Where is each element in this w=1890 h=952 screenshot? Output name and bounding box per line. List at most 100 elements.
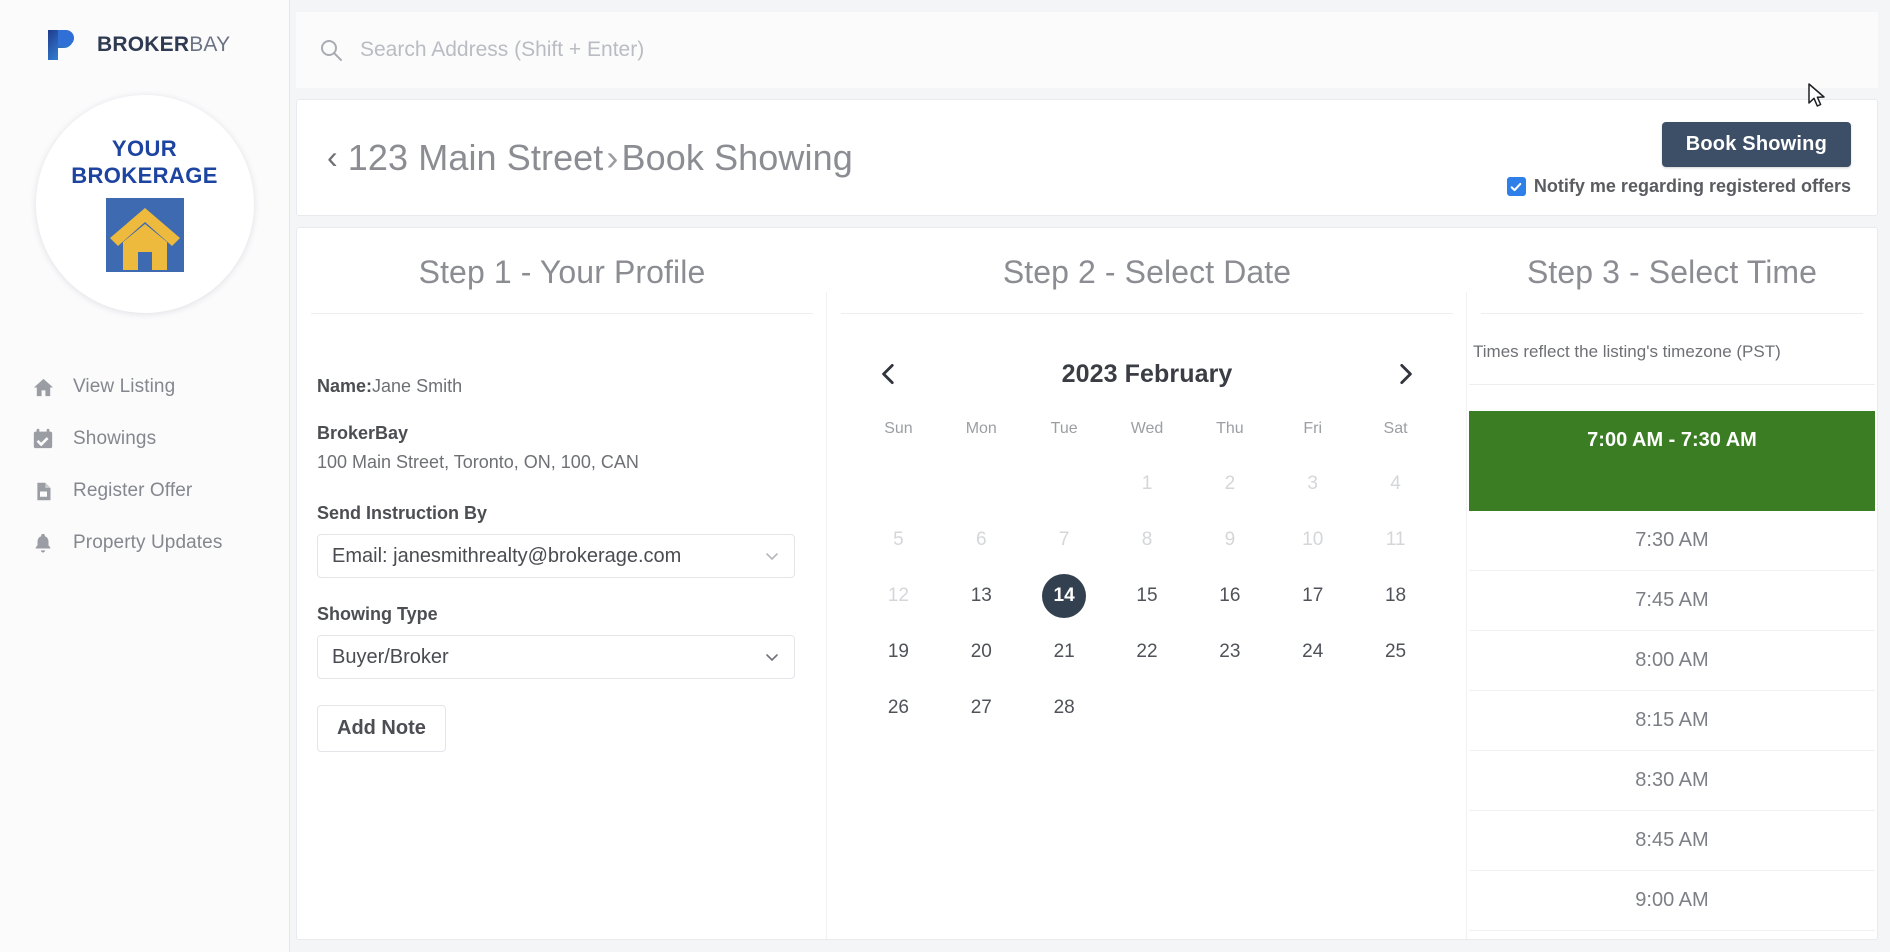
page-header-card: ‹ 123 Main Street › Book Showing Book Sh…	[296, 99, 1878, 216]
time-slot[interactable]: 9:00 AM	[1469, 871, 1875, 931]
calendar-day	[1354, 680, 1437, 736]
brand-name-light: BAY	[189, 33, 231, 56]
sidebar-item-label: Property Updates	[73, 532, 223, 553]
time-slot[interactable]: 8:45 AM	[1469, 811, 1875, 871]
calendar-weekday: Mon	[965, 420, 997, 437]
calendar-day	[940, 456, 1023, 512]
step-1-body: Name:Jane Smith BrokerBay 100 Main Stree…	[297, 314, 827, 752]
send-instruction-select[interactable]: Email: janesmithrealty@brokerage.com	[317, 534, 795, 578]
chevron-left-icon[interactable]	[869, 354, 909, 394]
calendar-day[interactable]: 13	[940, 568, 1023, 624]
top-search-bar	[296, 12, 1878, 88]
brokerbay-logo-icon	[46, 28, 84, 62]
calendar-day: 7	[1058, 529, 1070, 550]
profile-name-label: Name:	[317, 376, 373, 396]
calendar-day: 4	[1390, 473, 1401, 494]
calendar-day[interactable]: 26	[857, 680, 940, 736]
calendar-day[interactable]: 21	[1023, 624, 1106, 680]
send-instruction-label: Send Instruction By	[317, 503, 488, 523]
sidebar: BROKERBAY YOUR BROKERAGE View Listing Sh…	[0, 0, 290, 952]
calendar-day[interactable]: 24	[1271, 624, 1354, 680]
calendar-day[interactable]: 15	[1106, 568, 1189, 624]
brand-wordmark: BROKERBAY	[97, 33, 230, 57]
calendar-day[interactable]: 27	[940, 680, 1023, 736]
showing-type-select[interactable]: Buyer/Broker	[317, 635, 795, 679]
calendar-weekday: Wed	[1130, 420, 1164, 437]
timezone-note: Times reflect the listing's timezone (PS…	[1469, 314, 1875, 385]
calendar-day[interactable]: 19	[857, 624, 940, 680]
time-slot[interactable]: 7:30 AM	[1469, 511, 1875, 571]
sidebar-item-register-offer[interactable]: Register Offer	[31, 465, 289, 517]
calendar-weekday: Sat	[1383, 420, 1408, 437]
header-actions: Book Showing Notify me regarding registe…	[1506, 118, 1851, 197]
calendar-weekday: Fri	[1303, 420, 1323, 437]
calendar-day[interactable]: 18	[1354, 568, 1437, 624]
calendar-month-label: 2023 February	[1061, 359, 1233, 388]
step-3-column: Step 3 - Select Time Times reflect the l…	[1467, 228, 1877, 939]
brokerage-badge: YOUR BROKERAGE	[35, 95, 254, 313]
sidebar-item-view-listing[interactable]: View Listing	[31, 361, 289, 413]
step-2-title: Step 2 - Select Date	[1002, 254, 1292, 290]
notify-offers-label: Notify me regarding registered offers	[1533, 176, 1851, 196]
profile-name-value: Jane Smith	[372, 376, 463, 396]
calendar-day: 10	[1302, 529, 1324, 550]
notify-offers-checkbox[interactable]	[1506, 177, 1526, 196]
calendar-day: 8	[1141, 529, 1153, 550]
sidebar-item-label: Register Offer	[73, 480, 193, 501]
time-slot[interactable]: 8:30 AM	[1469, 751, 1875, 811]
brokerage-line-2: BROKERAGE	[71, 162, 218, 188]
search-input[interactable]	[360, 38, 1060, 62]
calendar-day: 5	[893, 529, 904, 550]
main-area: ‹ 123 Main Street › Book Showing Book Sh…	[290, 0, 1890, 952]
app-root: BROKERBAY YOUR BROKERAGE View Listing Sh…	[0, 0, 1890, 952]
breadcrumb-back-icon[interactable]: ‹	[327, 139, 338, 176]
calendar-day[interactable]: 25	[1354, 624, 1437, 680]
time-slot[interactable]: 8:15 AM	[1469, 691, 1875, 751]
calendar-day-label: 14	[1042, 574, 1087, 618]
calendar-day	[857, 456, 940, 512]
send-instruction-value: Email: janesmithrealty@brokerage.com	[332, 544, 682, 567]
calendar-day: 11	[1385, 529, 1406, 550]
brand-logo[interactable]: BROKERBAY	[0, 0, 289, 62]
time-slot-list: 7:00 AM - 7:30 AM 7:30 AM 7:45 AM 8:00 AM 8:…	[1467, 385, 1877, 931]
calendar-day: 6	[975, 529, 987, 550]
calendar-header: 2023 February	[857, 354, 1437, 394]
sidebar-item-property-updates[interactable]: Property Updates	[31, 517, 289, 569]
breadcrumb-current: Book Showing	[621, 136, 853, 178]
step-1-column: Step 1 - Your Profile Name:Jane Smith Br…	[297, 228, 827, 939]
step-3-title: Step 3 - Select Time	[1526, 254, 1818, 290]
chevron-down-icon	[764, 548, 780, 564]
calendar-day[interactable]: 16	[1188, 568, 1271, 624]
add-note-button[interactable]: Add Note	[317, 705, 446, 752]
time-slot[interactable]: 7:45 AM	[1469, 571, 1875, 631]
brokerage-badge-wrapper: YOUR BROKERAGE	[0, 95, 289, 313]
calendar: 2023 February Sun Mon Tue Wed Thu Fri Sat 1234…	[827, 314, 1467, 736]
notify-offers-row[interactable]: Notify me regarding registered offers	[1506, 176, 1851, 197]
brand-name-bold: BROKER	[97, 33, 190, 56]
booking-steps-card: Step 1 - Your Profile Name:Jane Smith Br…	[296, 227, 1878, 940]
calendar-day	[1106, 680, 1189, 736]
calendar-day[interactable]: 17	[1271, 568, 1354, 624]
sidebar-item-showings[interactable]: Showings	[31, 413, 289, 465]
brokerage-address: 100 Main Street, Toronto, ON, 100, CAN	[317, 452, 639, 472]
document-icon	[31, 479, 55, 503]
book-showing-button[interactable]: Book Showing	[1661, 122, 1851, 167]
calendar-day-selected[interactable]: 14	[1023, 568, 1106, 624]
calendar-day	[1023, 456, 1106, 512]
breadcrumb-property-link[interactable]: 123 Main Street	[348, 137, 604, 179]
calendar-day[interactable]: 20	[940, 624, 1023, 680]
calendar-day[interactable]: 23	[1188, 624, 1271, 680]
calendar-day	[1271, 680, 1354, 736]
time-slot-selected[interactable]: 7:00 AM - 7:30 AM	[1469, 411, 1875, 511]
calendar-day: 1	[1141, 473, 1153, 494]
time-slot[interactable]: 8:00 AM	[1469, 631, 1875, 691]
sidebar-item-label: Showings	[73, 428, 157, 449]
search-icon	[318, 37, 344, 63]
calendar-day[interactable]: 22	[1106, 624, 1189, 680]
calendar-day: 3	[1307, 473, 1318, 494]
calendar-day[interactable]: 28	[1023, 680, 1106, 736]
bell-icon	[31, 531, 55, 555]
calendar-day: 2	[1224, 473, 1236, 494]
chevron-right-icon[interactable]	[1385, 354, 1425, 394]
calendar-day: 12	[887, 585, 909, 606]
